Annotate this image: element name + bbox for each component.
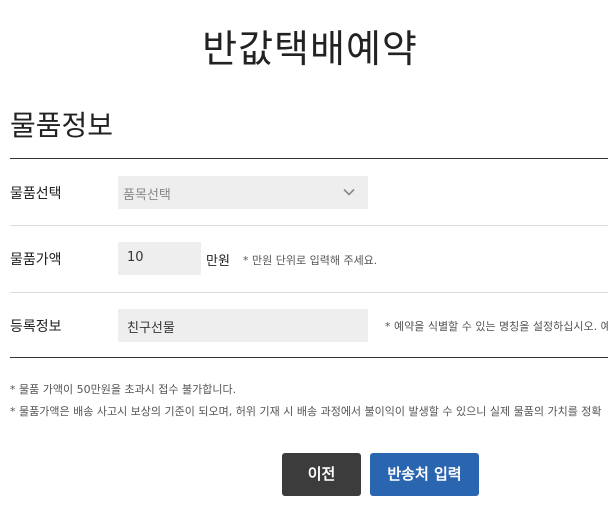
note-max-value: * 물품 가액이 50만원을 초과시 접수 불가합니다. (10, 383, 237, 396)
registration-input[interactable]: 친구선물 (118, 309, 368, 342)
page-title: 반값택배예약 (202, 27, 418, 71)
item-select-dropdown[interactable]: 품목선택 (118, 176, 368, 209)
registration-hint: * 예약을 식별할 수 있는 명칭을 설정하십시오. 예 (385, 320, 608, 333)
section-top-divider (10, 158, 608, 159)
return-address-button[interactable]: 반송처 입력 (370, 453, 479, 496)
row-divider (10, 292, 608, 293)
price-hint: * 만원 단위로 입력해 주세요. (243, 254, 378, 267)
item-price-input[interactable]: 10 (118, 242, 201, 275)
chevron-down-icon (343, 188, 355, 196)
item-price-label: 물품가액 (10, 252, 62, 268)
note-compensation: * 물품가액은 배송 사고시 보상의 기준이 되오며, 허위 기재 시 배송 과… (10, 405, 602, 418)
item-select-value: 품목선택 (123, 188, 171, 203)
price-unit-label: 만원 (206, 254, 230, 269)
section-bottom-divider (10, 357, 608, 358)
item-select-label: 물품선택 (10, 186, 62, 202)
registration-label: 등록정보 (10, 319, 62, 335)
section-title: 물품정보 (10, 109, 114, 142)
row-divider (10, 225, 608, 226)
prev-button[interactable]: 이전 (282, 453, 361, 496)
